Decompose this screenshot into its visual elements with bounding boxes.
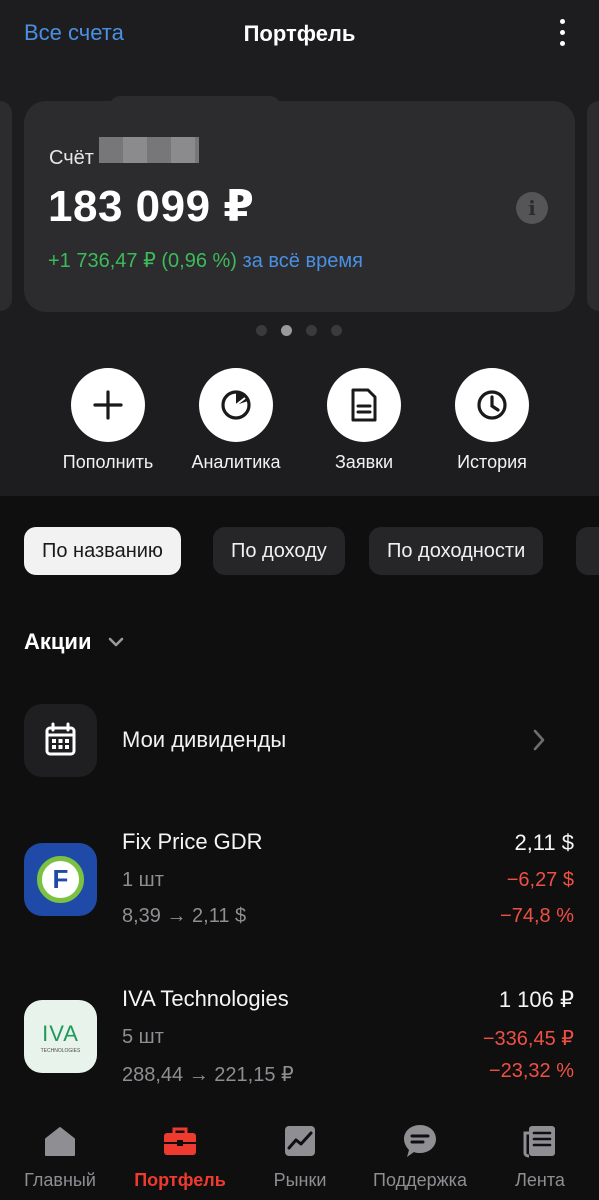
home-icon — [45, 1127, 75, 1156]
logo-subtext: TECHNOLOGIES — [41, 1048, 81, 1054]
sort-chips: По названию По доходу По доходности — [0, 527, 599, 577]
pager-dot — [306, 325, 317, 336]
pager-dot — [256, 325, 267, 336]
tab-support[interactable]: Поддержка — [360, 1108, 480, 1200]
pager-dot-active — [281, 325, 292, 336]
sort-more-chip[interactable] — [576, 527, 599, 575]
next-account-card[interactable] — [587, 101, 599, 311]
dividends-row-icon[interactable] — [24, 704, 97, 777]
iva-technologies-logo: IVA TECHNOLOGIES — [24, 1000, 97, 1073]
logo-letters: F — [53, 864, 69, 894]
tab-markets[interactable]: Рынки — [240, 1108, 360, 1200]
card-tab-decoration — [110, 96, 280, 108]
asset-quantity: 1 шт — [122, 869, 164, 891]
pie-chart-icon — [199, 368, 273, 442]
tab-label: Поддержка — [373, 1170, 467, 1190]
asset-quantity: 5 шт — [122, 1026, 164, 1048]
header: Все счета Портфель — [0, 0, 599, 70]
tab-home[interactable]: Главный — [0, 1108, 120, 1200]
info-icon[interactable]: i — [516, 192, 548, 224]
gain-period-selector[interactable]: за всё время — [243, 250, 363, 272]
asset-pnl: −336,45 ₽ — [482, 1028, 574, 1050]
tab-feed[interactable]: Лента — [480, 1108, 599, 1200]
action-history[interactable]: История — [432, 368, 552, 478]
portfolio-balance: 183 099 ₽ — [48, 182, 255, 231]
gain-amount: +1 736,47 ₽ (0,96 %) — [48, 250, 237, 272]
chevron-right-icon[interactable] — [528, 727, 550, 753]
action-label: Пополнить — [62, 452, 154, 472]
action-label: Заявки — [334, 452, 394, 472]
chat-bubble-icon — [404, 1125, 436, 1157]
asset-value: 2,11 $ — [514, 830, 574, 855]
action-top-up[interactable]: Пополнить — [48, 368, 168, 478]
account-card[interactable]: Счёт 183 099 ₽ i +1 736,47 ₽ (0,96 %) за… — [24, 96, 575, 312]
sort-by-income-chip[interactable]: По доходу — [213, 527, 345, 575]
pager-dot — [331, 325, 342, 336]
account-number-masked — [99, 137, 199, 163]
news-icon — [523, 1126, 555, 1158]
previous-account-card[interactable] — [0, 101, 12, 311]
chart-icon — [285, 1126, 315, 1156]
asset-pnl-percent: −23,32 % — [488, 1060, 574, 1082]
chevron-down-icon[interactable] — [106, 632, 126, 652]
portfolio-gain: +1 736,47 ₽ (0,96 %) за всё время — [48, 248, 363, 273]
more-menu-icon[interactable] — [552, 16, 574, 50]
fix-price-logo: F — [24, 843, 97, 916]
tab-label: Портфель — [134, 1170, 226, 1190]
action-label: Аналитика — [191, 452, 281, 472]
asset-name[interactable]: Fix Price GDR — [122, 829, 263, 855]
page-title: Портфель — [243, 21, 356, 46]
action-orders[interactable]: Заявки — [304, 368, 424, 478]
tab-portfolio[interactable]: Портфель — [120, 1108, 240, 1200]
asset-name[interactable]: IVA Technologies — [122, 986, 289, 1012]
section-title-stocks[interactable]: Акции — [24, 629, 91, 655]
tab-label: Лента — [515, 1170, 565, 1190]
account-label: Счёт — [49, 147, 94, 169]
action-label: История — [457, 452, 527, 472]
bottom-tab-bar: Главный Портфель Рынки Поддержка Лента — [0, 1108, 599, 1200]
action-analytics[interactable]: Аналитика — [176, 368, 296, 478]
plus-icon — [71, 368, 145, 442]
calendar-icon — [45, 722, 76, 756]
asset-value: 1 106 ₽ — [498, 987, 574, 1012]
briefcase-icon — [164, 1127, 196, 1155]
asset-pnl-percent: −74,8 % — [500, 905, 574, 927]
logo-letters: IVA — [42, 1021, 79, 1046]
sort-by-name-chip[interactable]: По названию — [24, 527, 181, 575]
card-pager — [256, 325, 346, 337]
asset-price-change: 288,44 → 221,15 ₽ — [122, 1064, 294, 1086]
sort-by-yield-chip[interactable]: По доходности — [369, 527, 544, 575]
tab-label: Рынки — [273, 1170, 327, 1190]
asset-pnl: −6,27 $ — [506, 869, 574, 891]
clock-icon — [455, 368, 529, 442]
asset-price-change: 8,39 → 2,11 $ — [122, 905, 247, 927]
document-icon — [327, 368, 401, 442]
dividends-label[interactable]: Мои дивиденды — [122, 727, 286, 753]
tab-label: Главный — [24, 1170, 96, 1190]
